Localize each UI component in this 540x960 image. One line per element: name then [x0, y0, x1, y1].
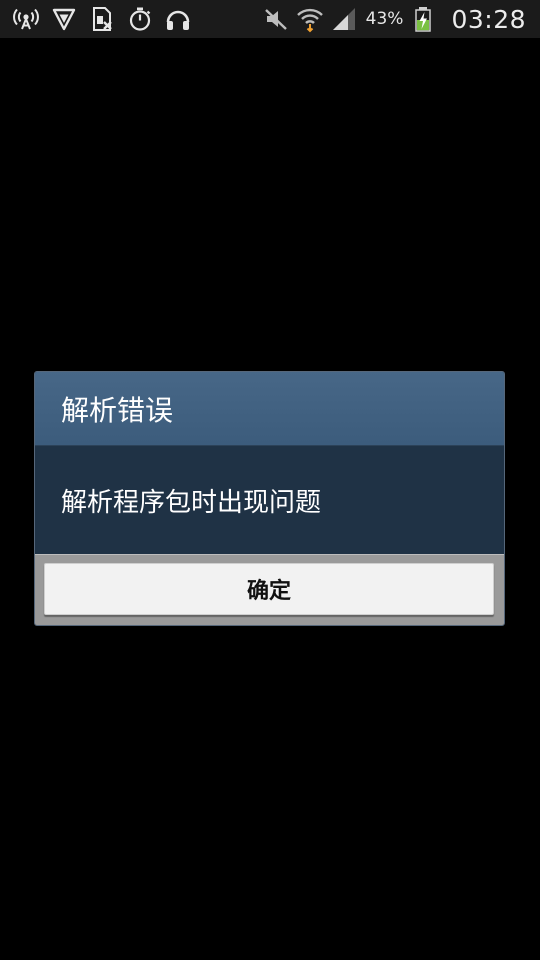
dialog-message: 解析程序包时出现问题	[35, 446, 504, 554]
screen: 43% 03:28 解析错误 解析程序包时出现问题 确定	[0, 0, 540, 960]
wifi-icon	[296, 5, 324, 33]
no-sim-icon	[88, 5, 116, 33]
stopwatch-icon	[126, 5, 154, 33]
signal-icon	[330, 5, 358, 33]
status-bar-right: 43% 03:28	[262, 0, 540, 38]
parse-error-dialog: 解析错误 解析程序包时出现问题 确定	[34, 371, 505, 626]
mute-icon	[262, 5, 290, 33]
headphones-icon	[164, 5, 192, 33]
dialog-button-bar: 确定	[35, 554, 504, 625]
status-bar-left	[0, 0, 192, 38]
battery-percentage: 43%	[365, 9, 404, 29]
status-bar: 43% 03:28	[0, 0, 540, 38]
dialog-title: 解析错误	[35, 372, 504, 446]
battery-charging-icon	[409, 5, 437, 33]
ok-button[interactable]: 确定	[44, 563, 494, 615]
vpn-shield-icon	[50, 5, 78, 33]
portable-hotspot-icon	[12, 5, 40, 33]
status-clock: 03:28	[451, 4, 526, 34]
